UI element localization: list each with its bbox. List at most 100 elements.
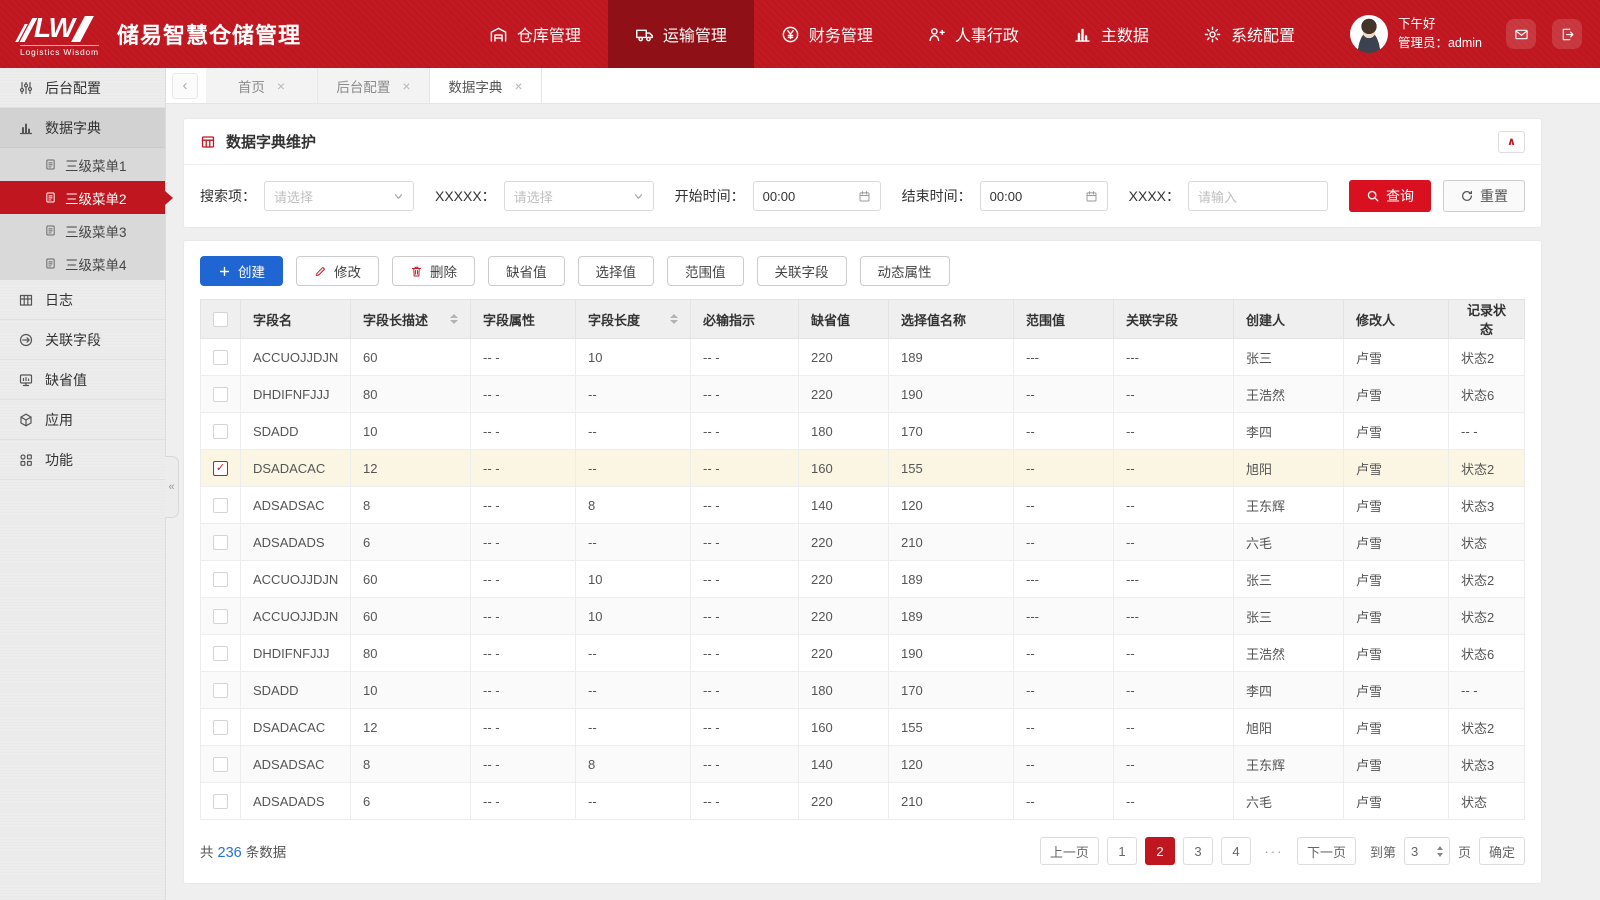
table-cell: -- - [470,412,576,450]
toolbar-button[interactable]: 修改 [296,256,379,286]
tab[interactable]: 首页 × [206,68,318,103]
nav-item[interactable]: 主数据 [1046,0,1176,68]
toolbar-button[interactable]: 删除 [392,256,475,286]
hr-icon [927,25,946,44]
row-checkbox[interactable] [213,424,228,440]
xxxx-input[interactable]: 请输入 [1188,181,1328,211]
query-button[interactable]: 查询 [1348,180,1431,212]
sidebar-subitem-label: 三级菜单3 [65,224,127,240]
top-nav: 仓库管理 运输管理 财务管理 人事行政 主数据 系统配置 [462,0,1322,68]
trash-icon [410,265,423,278]
select-all-checkbox[interactable] [213,312,228,328]
table-cell: --- [1013,597,1114,635]
sidebar-collapse-handle[interactable]: « [165,456,179,518]
row-checkbox[interactable] [213,609,228,625]
mail-button[interactable] [1506,19,1536,49]
nav-item[interactable]: 财务管理 [754,0,900,68]
sidebar-subitem[interactable]: 三级菜单1 [0,148,165,181]
sort-icon[interactable] [670,314,678,324]
toolbar-button-label: 缺省值 [506,265,547,280]
row-checkbox[interactable] [213,387,228,403]
page-button[interactable]: 1 [1106,837,1137,865]
toolbar-button[interactable]: 范围值 [667,256,744,286]
sidebar-item[interactable]: 后台配置 [0,68,165,108]
sidebar-subitem[interactable]: 三级菜单3 [0,214,165,247]
reset-button[interactable]: 重置 [1442,180,1525,212]
tab[interactable]: 数据字典 × [430,68,542,103]
toolbar-button-label: 修改 [334,265,361,280]
sidebar-subitem-label: 三级菜单2 [65,191,127,207]
nav-item[interactable]: 系统配置 [1176,0,1322,68]
prev-page-button[interactable]: 上一页 [1039,837,1099,865]
tab-label: 数据字典 [448,79,503,95]
sidebar-item[interactable]: 功能 [0,440,165,480]
table-cell: -- - [690,560,799,598]
warehouse-icon [489,25,508,44]
nav-item[interactable]: 人事行政 [900,0,1046,68]
table-row: ADSADSAC 8 -- -8 -- -140 120 -- -- 王东辉 卢雪 状态3 [200,745,1525,783]
sidebar-menu: 后台配置数据字典三级菜单1 三级菜单2 三级菜单3 三级菜单4 日志 关联字段 缺省值 应用功… [0,68,173,480]
xxxxx-select[interactable]: 请选择 [503,181,654,211]
toolbar-button[interactable]: 动态属性 [859,256,950,286]
toolbar-button[interactable]: 缺省值 [488,256,565,286]
confirm-page-button[interactable]: 确定 [1478,837,1525,865]
toolbar-button[interactable]: 创建 [200,256,283,286]
pages-ellipsis[interactable]: ··· [1259,837,1289,865]
page-spinner[interactable] [1436,845,1443,857]
page-button[interactable]: 4 [1220,837,1251,865]
table-row: DHDIFNFJJJ 80 -- - -- -- -220 190 -- -- 王浩然 卢雪 状态6 [200,634,1525,672]
row-checkbox[interactable] [213,720,228,736]
table-cell: 12 [350,449,471,487]
nav-item[interactable]: 仓库管理 [462,0,608,68]
page-button[interactable]: 2 [1144,837,1175,865]
tabs-back-button[interactable]: ‹ [172,72,198,99]
toolbar-button[interactable]: 关联字段 [756,256,847,286]
sidebar: 后台配置数据字典三级菜单1 三级菜单2 三级菜单3 三级菜单4 日志 关联字段 缺省值 应用功… [0,68,179,900]
row-checkbox[interactable] [213,646,228,662]
goto-page-input[interactable]: 3 [1403,837,1450,865]
table-cell: -- [1113,449,1234,487]
next-page-button[interactable]: 下一页 [1296,837,1356,865]
table-cell: -- [1013,745,1114,783]
logout-button[interactable] [1552,19,1582,49]
table-cell: 160 [798,449,889,487]
row-checkbox[interactable] [213,757,228,773]
tab-close-icon[interactable]: × [402,78,410,94]
row-checkbox[interactable] [213,535,228,551]
sidebar-subitem[interactable]: 三级菜单2 [0,181,173,214]
page-button[interactable]: 3 [1182,837,1213,865]
sidebar-item[interactable]: 数据字典 [0,108,165,148]
table-cell: -- - [1448,412,1525,450]
start-time-input[interactable]: 00:00 [752,181,881,211]
panel-collapse-button[interactable]: ∧ [1498,130,1525,153]
row-checkbox[interactable] [213,794,228,810]
apps-icon [18,452,34,468]
table-cell: 卢雪 [1343,338,1449,376]
sidebar-item[interactable]: 关联字段 [0,320,165,360]
content: 数据字典维护 ∧ 搜索项： 请选择 XXXXX： 请选择 开始时间： 00:00… [166,104,1600,900]
sidebar-subitem[interactable]: 三级菜单4 [0,247,165,280]
table-cell: ADSADSAC [240,486,351,524]
table-cell: -- - [470,338,576,376]
table-cell: 140 [798,745,889,783]
sidebar-item[interactable]: 缺省值 [0,360,165,400]
sidebar-item[interactable]: 日志 [0,280,165,320]
tab-close-icon[interactable]: × [514,78,522,94]
row-checkbox[interactable] [213,498,228,514]
nav-item[interactable]: 运输管理 [607,0,754,68]
row-checkbox[interactable] [213,350,228,366]
tab[interactable]: 后台配置 × [318,68,430,103]
search-item-select[interactable]: 请选择 [264,181,414,211]
sidebar-item[interactable]: 应用 [0,400,165,440]
row-checkbox[interactable] [213,683,228,699]
toolbar-button[interactable]: 选择值 [577,256,654,286]
row-checkbox[interactable]: ✓ [213,461,228,477]
sidebar-item-label: 数据字典 [45,119,101,136]
table-row: SDADD 10 -- - -- -- -180 170 -- -- 李四 卢雪 -- - [200,412,1525,450]
row-checkbox[interactable] [213,572,228,588]
tab-close-icon[interactable]: × [277,78,285,94]
avatar[interactable] [1349,15,1388,53]
sort-icon[interactable] [450,314,458,324]
table-cell: 王东辉 [1233,486,1344,524]
end-time-input[interactable]: 00:00 [979,181,1108,211]
